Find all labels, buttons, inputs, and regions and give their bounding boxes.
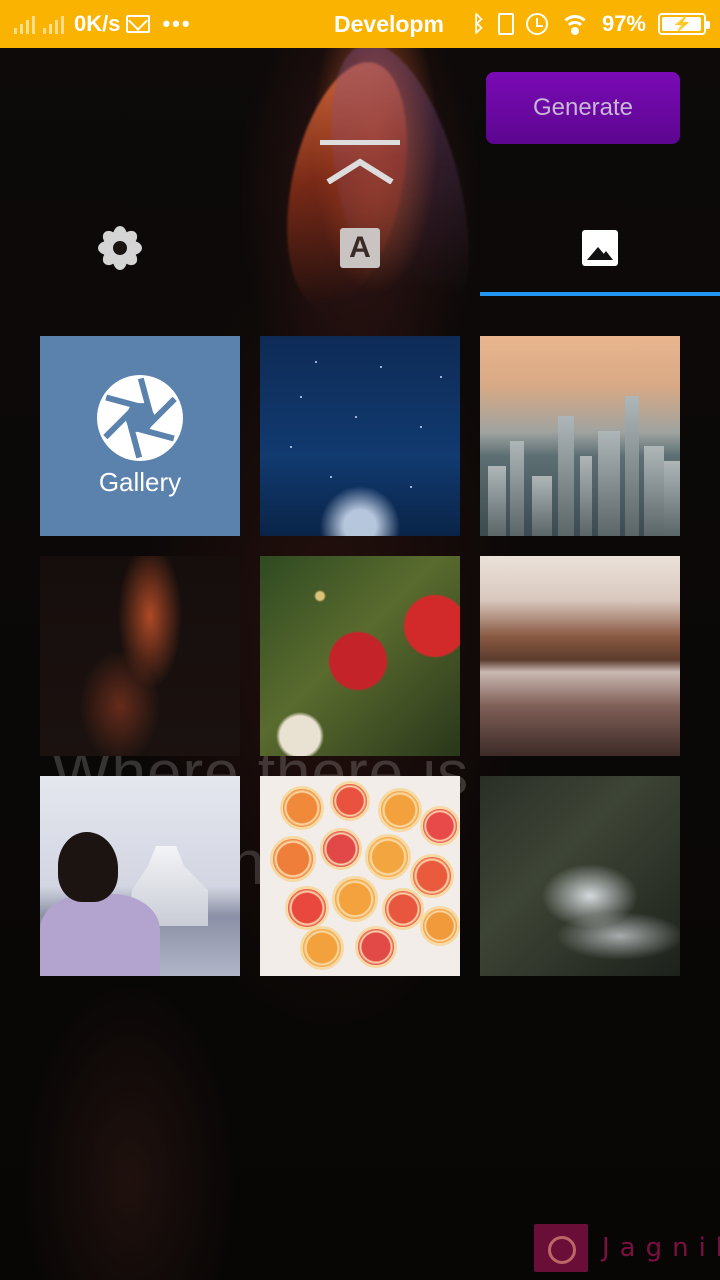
star [315,361,317,363]
battery-saver-icon [497,13,514,35]
thumbnail-child-with-ship[interactable] [40,776,240,976]
tower [598,431,620,536]
tab-text[interactable]: A [240,200,480,296]
network-speed: 0K/s [74,11,121,36]
flower-icon [98,226,142,270]
star [420,426,422,428]
thumbnail-forest-river[interactable] [480,776,680,976]
generate-button[interactable]: Generate [486,72,680,144]
hat-shape [58,832,118,902]
citrus-slice [420,806,460,846]
image-icon [582,230,618,266]
star [300,396,302,398]
chevron-up-icon [326,158,394,184]
tab-images[interactable] [480,200,720,296]
text-icon: A [340,228,380,268]
star [380,366,382,368]
citrus-slice [332,876,378,922]
camera-icon [534,1224,588,1272]
citrus-slice [378,788,422,832]
tower [558,416,574,536]
star [330,476,332,478]
citrus-slice [320,828,362,870]
thumbnail-christmas-ornament[interactable] [260,556,460,756]
aperture-blade [134,424,175,441]
signal-icon [43,14,64,34]
tower [488,466,506,536]
citrus-slice [382,888,424,930]
signal-icon [14,14,35,34]
citrus-slice [410,854,454,898]
tower [532,476,552,536]
star [355,416,357,418]
tower [580,456,592,536]
tab-style[interactable] [0,200,240,296]
alarm-icon [525,13,548,35]
thumbnail-canyon[interactable] [40,556,240,756]
battery-percent: 97% [601,11,646,36]
thumbnail-citrus-slices[interactable] [260,776,460,976]
citrus-slice [365,834,411,880]
star [440,376,442,378]
citrus-slice [330,781,370,821]
collapse-panel-handle[interactable] [320,140,400,184]
citrus-slice [300,926,344,970]
watermark: Jagnik [534,1224,720,1272]
watermark-text: Jagnik [602,1233,720,1263]
notification-title: Developm [334,11,444,37]
aperture-blade [105,394,146,411]
mail-icon [126,15,151,33]
tower [625,396,639,536]
tower [664,461,680,536]
citrus-slice [420,906,460,946]
bluetooth-icon [472,11,486,37]
status-bar: 0K/s ••• Developm 97% ⚡ [0,0,720,48]
wifi-icon [559,13,590,35]
citrus-slice [280,786,324,830]
tower [510,441,524,536]
citrus-slice [285,886,329,930]
shirt-shape [40,894,160,976]
thumbnail-city-skyline[interactable] [480,336,680,536]
tower [644,446,664,536]
handle-bar [320,140,400,145]
star [410,486,412,488]
image-grid: Gallery [40,336,680,976]
star [290,446,292,448]
aperture-icon [97,374,183,461]
thumbnail-night-sky[interactable] [260,336,460,536]
thumbnail-misty-lake[interactable] [480,556,680,756]
citrus-slice [355,926,397,968]
gallery-label: Gallery [98,466,182,497]
more-notifications-icon: ••• [162,11,192,36]
gallery-button[interactable]: Gallery [40,336,240,536]
tab-bar: A [0,200,720,296]
citrus-slice [270,836,316,882]
battery-charging-icon: ⚡ [658,13,710,35]
